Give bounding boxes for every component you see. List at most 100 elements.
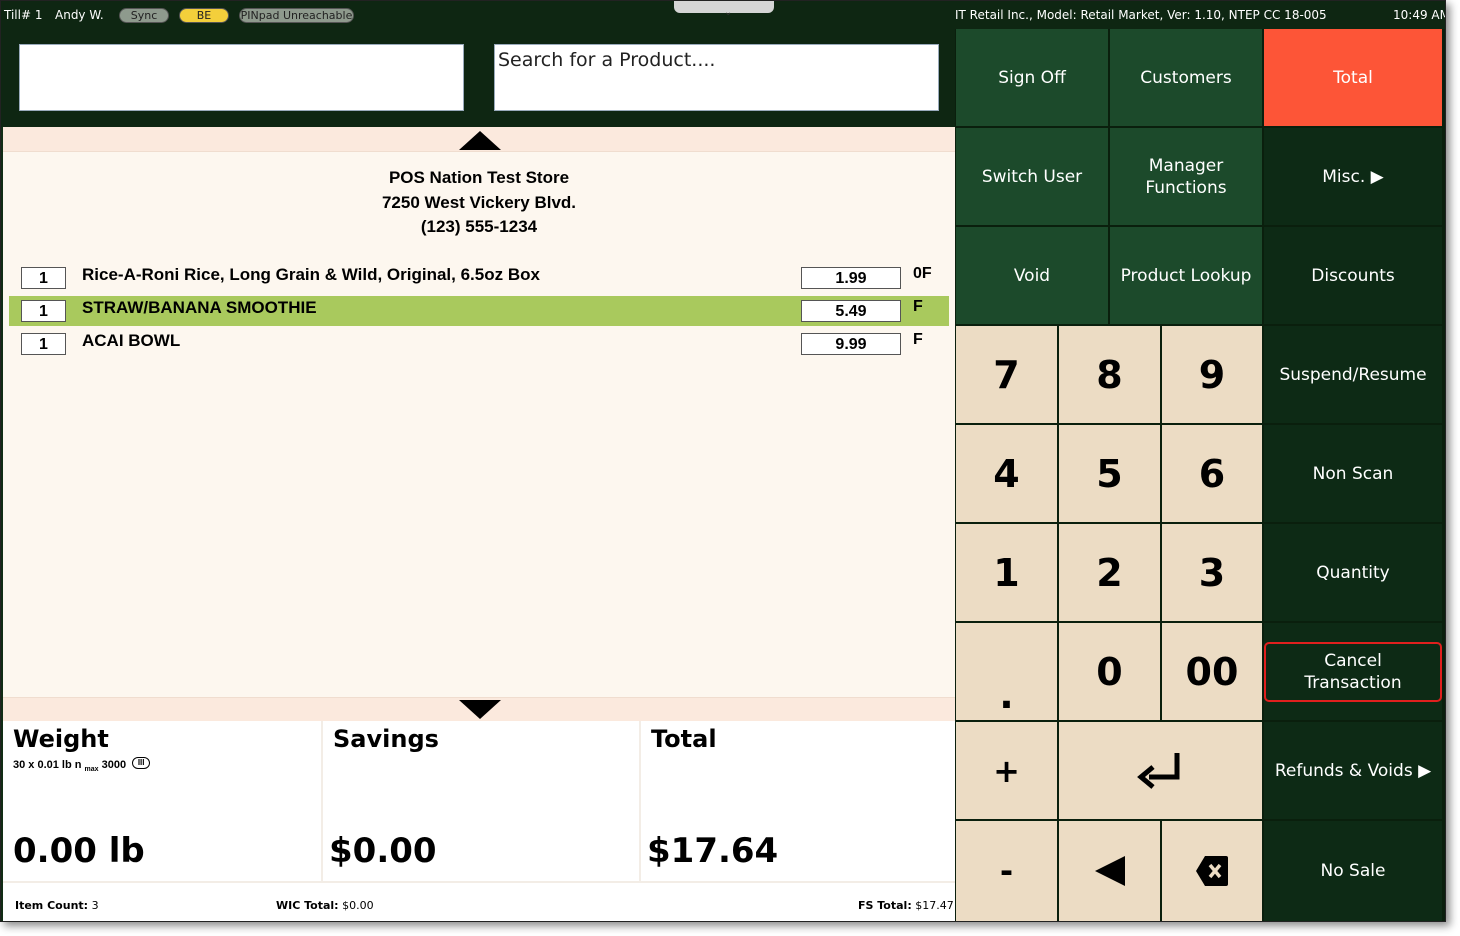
line-qty[interactable]: 1 bbox=[21, 267, 66, 289]
line-price[interactable]: 5.49 bbox=[801, 300, 901, 322]
total-panel: Total $17.64 bbox=[641, 721, 955, 881]
savings-value: $0.00 bbox=[329, 831, 437, 871]
digit-6-button[interactable]: 6 bbox=[1162, 425, 1262, 522]
till-number: Till# 1 bbox=[4, 8, 43, 22]
left-triangle-icon bbox=[1094, 856, 1125, 886]
chevron-down-icon: ⌄ bbox=[724, 7, 733, 18]
user-name: Andy W. bbox=[55, 8, 104, 22]
weight-value: 0.00 lb bbox=[13, 831, 145, 871]
quantity-button[interactable]: Quantity bbox=[1264, 524, 1442, 621]
line-description: Rice-A-Roni Rice, Long Grain & Wild, Ori… bbox=[82, 265, 540, 284]
total-button[interactable]: Total bbox=[1264, 29, 1442, 126]
suspend-resume-button[interactable]: Suspend/Resume bbox=[1264, 326, 1442, 423]
digit-2-button[interactable]: 2 bbox=[1059, 524, 1160, 621]
line-price[interactable]: 9.99 bbox=[801, 333, 901, 355]
line-item[interactable]: 1 Rice-A-Roni Rice, Long Grain & Wild, O… bbox=[9, 263, 949, 293]
pos-window: Till# 1 Andy W. Sync BE PINpad Unreachab… bbox=[0, 0, 1446, 922]
digit-5-button[interactable]: 5 bbox=[1059, 425, 1160, 522]
total-value: $17.64 bbox=[647, 831, 779, 871]
enter-button[interactable] bbox=[1059, 722, 1262, 819]
line-description: STRAW/BANANA SMOOTHIE bbox=[82, 298, 317, 317]
line-qty[interactable]: 1 bbox=[21, 333, 66, 355]
scale-capacity: 30 x 0.01 lb n bbox=[13, 759, 82, 771]
scale-info: 30 x 0.01 lb n max 3000 III bbox=[13, 757, 151, 774]
be-badge[interactable]: BE bbox=[179, 8, 229, 23]
no-sale-button[interactable]: No Sale bbox=[1264, 821, 1442, 921]
pinpad-status-badge[interactable]: PINpad Unreachable bbox=[239, 8, 354, 23]
backspace-button[interactable] bbox=[1162, 821, 1262, 921]
line-flag: 0F bbox=[913, 265, 932, 282]
footer-bar: Item Count: 3 WIC Total: $0.00 FS Total:… bbox=[3, 881, 955, 921]
item-count: Item Count: 3 bbox=[15, 899, 99, 912]
manager-functions-button[interactable]: Manager Functions bbox=[1110, 128, 1262, 225]
back-button[interactable] bbox=[1059, 821, 1160, 921]
cancel-transaction-label: Cancel Transaction bbox=[1264, 641, 1442, 702]
fs-total: FS Total: $17.47 bbox=[858, 899, 954, 912]
wic-total: WIC Total: $0.00 bbox=[276, 899, 374, 912]
pull-down-handle[interactable]: ⌄ bbox=[674, 1, 774, 18]
scroll-down-button[interactable] bbox=[3, 697, 955, 722]
digit-9-button[interactable]: 9 bbox=[1162, 326, 1262, 423]
line-description: ACAI BOWL bbox=[82, 331, 181, 350]
down-arrow-icon bbox=[459, 700, 501, 719]
scale-class-badge: III bbox=[132, 757, 151, 769]
line-qty[interactable]: 1 bbox=[21, 300, 66, 322]
savings-panel: Savings $0.00 bbox=[323, 721, 641, 881]
product-search-input[interactable]: Search for a Product.... bbox=[494, 44, 939, 111]
void-button[interactable]: Void bbox=[956, 227, 1108, 324]
wic-total-value: $0.00 bbox=[342, 899, 374, 912]
digit-8-button[interactable]: 8 bbox=[1059, 326, 1160, 423]
line-flag: F bbox=[913, 298, 923, 315]
cancel-transaction-button[interactable]: Cancel Transaction bbox=[1264, 623, 1442, 720]
discounts-button[interactable]: Discounts bbox=[1264, 227, 1442, 324]
fs-total-value: $17.47 bbox=[915, 899, 954, 912]
receipt-panel: POS Nation Test Store 7250 West Vickery … bbox=[3, 127, 955, 722]
sign-off-button[interactable]: Sign Off bbox=[956, 29, 1108, 126]
line-flag: F bbox=[913, 331, 923, 348]
up-arrow-icon bbox=[459, 131, 501, 150]
line-item-selected[interactable]: 1 STRAW/BANANA SMOOTHIE 5.49 F bbox=[9, 296, 949, 326]
scale-max: 3000 bbox=[101, 759, 127, 771]
product-lookup-button[interactable]: Product Lookup bbox=[1110, 227, 1262, 324]
backspace-icon bbox=[1196, 856, 1228, 886]
wic-total-label: WIC Total: bbox=[276, 899, 339, 912]
enter-arrow-icon bbox=[1136, 752, 1179, 789]
item-count-label: Item Count: bbox=[15, 899, 89, 912]
weight-panel: Weight 30 x 0.01 lb n max 3000 III 0.00 … bbox=[3, 721, 323, 881]
customers-button[interactable]: Customers bbox=[1110, 29, 1262, 126]
store-phone: (123) 555-1234 bbox=[420, 217, 538, 236]
digit-4-button[interactable]: 4 bbox=[956, 425, 1057, 522]
non-scan-button[interactable]: Non Scan bbox=[1264, 425, 1442, 522]
misc-button[interactable]: Misc. ▶ bbox=[1264, 128, 1442, 225]
minus-button[interactable]: - bbox=[956, 821, 1057, 921]
switch-user-button[interactable]: Switch User bbox=[956, 128, 1108, 225]
item-count-value: 3 bbox=[91, 899, 99, 912]
search-row: Search for a Product.... bbox=[1, 29, 955, 127]
digit-1-button[interactable]: 1 bbox=[956, 524, 1057, 621]
digit-00-button[interactable]: 00 bbox=[1162, 623, 1262, 720]
refunds-voids-button[interactable]: Refunds & Voids ▶ bbox=[1264, 722, 1442, 819]
total-label: Total bbox=[651, 725, 717, 753]
line-price[interactable]: 1.99 bbox=[801, 267, 901, 289]
weight-label: Weight bbox=[13, 725, 109, 753]
digit-3-button[interactable]: 3 bbox=[1162, 524, 1262, 621]
totals-panel: Weight 30 x 0.01 lb n max 3000 III 0.00 … bbox=[3, 721, 955, 921]
plus-button[interactable]: + bbox=[956, 722, 1057, 819]
model-info: IT Retail Inc., Model: Retail Market, Ve… bbox=[955, 8, 1327, 22]
savings-label: Savings bbox=[333, 725, 439, 753]
clock: 10:49 AM bbox=[1393, 8, 1446, 22]
digit-0-button[interactable]: 0 bbox=[1059, 623, 1160, 720]
store-address: 7250 West Vickery Blvd. bbox=[381, 192, 577, 212]
line-item[interactable]: 1 ACAI BOWL 9.99 F bbox=[9, 329, 949, 359]
status-bar: Till# 1 Andy W. Sync BE PINpad Unreachab… bbox=[1, 1, 1446, 29]
scan-input[interactable] bbox=[19, 44, 464, 111]
keypad: Sign Off Customers Total Switch User Man… bbox=[955, 29, 1445, 921]
scale-max-sub: max bbox=[84, 766, 99, 774]
scroll-up-button[interactable] bbox=[3, 127, 955, 152]
store-name: POS Nation Test Store bbox=[388, 168, 570, 187]
decimal-button[interactable]: . bbox=[956, 623, 1057, 720]
store-header: POS Nation Test Store 7250 West Vickery … bbox=[3, 166, 955, 240]
fs-total-label: FS Total: bbox=[858, 899, 912, 912]
digit-7-button[interactable]: 7 bbox=[956, 326, 1057, 423]
sync-badge[interactable]: Sync bbox=[119, 8, 169, 23]
